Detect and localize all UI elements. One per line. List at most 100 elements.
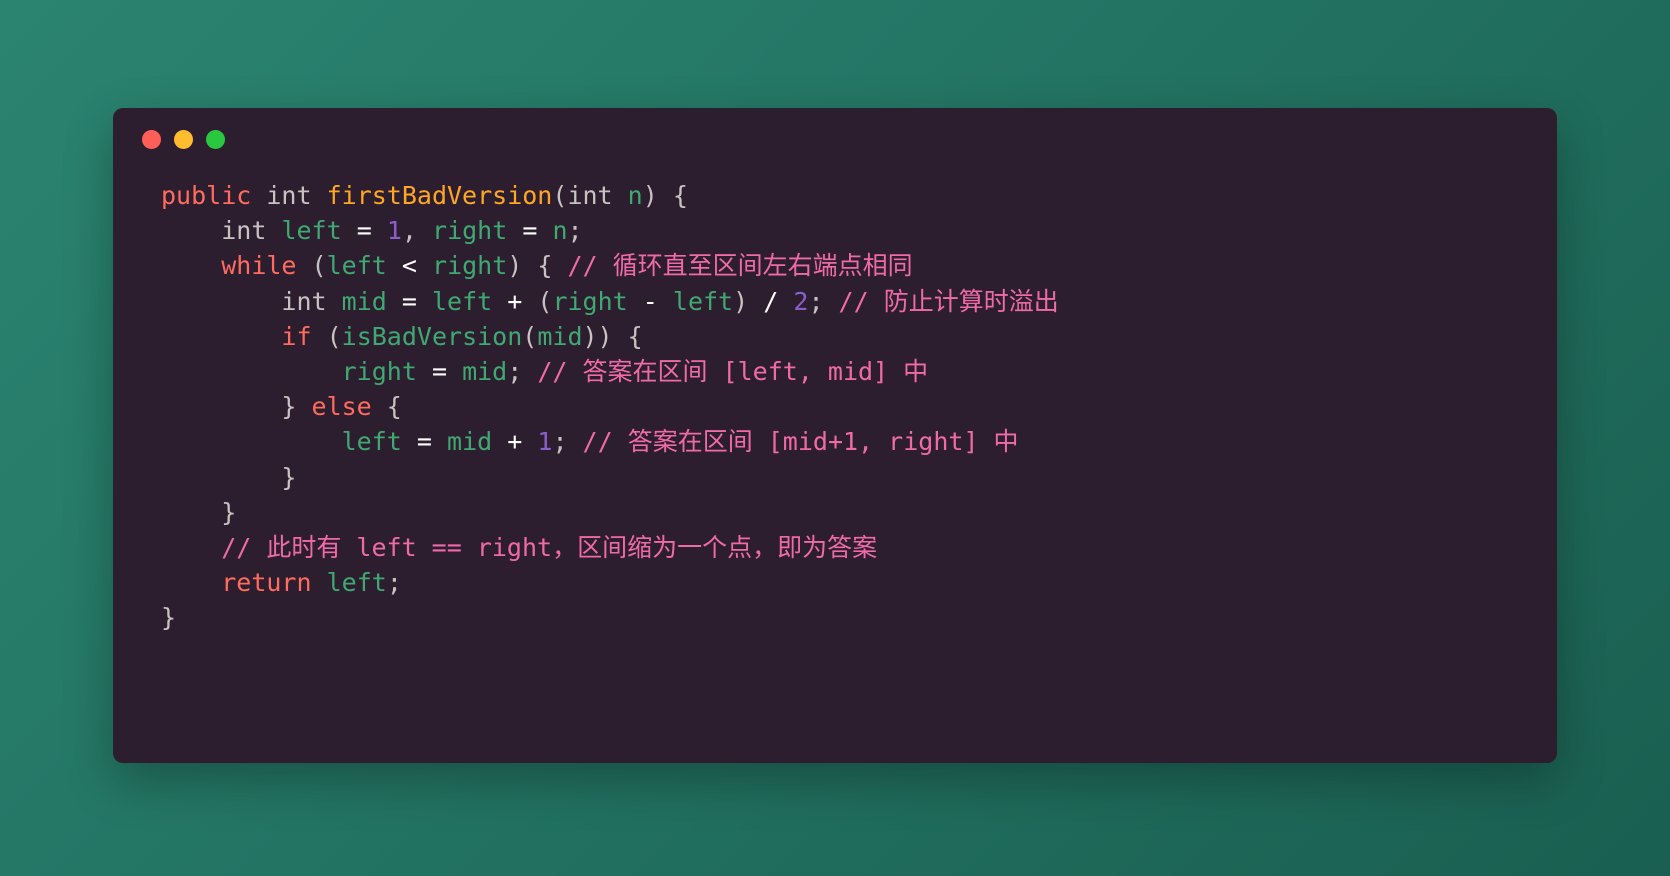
code-token: )) { <box>582 321 643 351</box>
code-token: mid <box>537 321 583 351</box>
code-block[interactable]: public int firstBadVersion(int n) { int … <box>113 140 1557 636</box>
code-token: mid <box>462 357 508 387</box>
code-token: , <box>401 216 433 246</box>
code-token: = <box>356 216 372 246</box>
code-token: n <box>627 181 643 210</box>
code-window: public int firstBadVersion(int n) { int … <box>113 108 1557 763</box>
code-token: ; <box>552 427 583 457</box>
code-line: } <box>161 495 1557 530</box>
code-line: right = mid; // 答案在区间 [left, mid] 中 <box>161 354 1557 389</box>
code-token: left <box>431 286 493 316</box>
code-token: - <box>642 286 658 316</box>
code-token: // 答案在区间 [mid+1, right] 中 <box>582 427 1019 457</box>
code-line: } else { <box>161 389 1557 424</box>
code-line: if (isBadVersion(mid)) { <box>161 319 1557 354</box>
code-line: // 此时有 left == right，区间缩为一个点，即为答案 <box>161 530 1557 565</box>
code-token: left <box>326 251 387 281</box>
code-token: right <box>432 216 508 246</box>
code-line: } <box>161 600 1557 635</box>
code-token: isBadVersion <box>341 321 523 351</box>
code-token: left <box>326 568 387 598</box>
code-token: < <box>401 251 417 281</box>
code-token: + <box>507 286 523 316</box>
code-token: 1 <box>537 427 553 457</box>
code-token: ) <box>733 286 749 316</box>
code-line: } <box>161 460 1557 495</box>
code-line: return left; <box>161 565 1557 600</box>
code-token: } <box>221 497 237 527</box>
window-titlebar <box>113 108 1557 149</box>
code-token: ( <box>522 321 538 351</box>
code-line: while (left < right) { // 循环直至区间左右端点相同 <box>161 248 1557 283</box>
maximize-button[interactable] <box>206 130 225 149</box>
code-token: ; <box>386 568 402 598</box>
code-line: int left = 1, right = n; <box>161 213 1557 248</box>
code-token: // 此时有 left == right，区间缩为一个点，即为答案 <box>221 533 878 563</box>
code-token: while <box>221 251 297 281</box>
code-token: = <box>401 286 417 316</box>
code-token: } <box>281 462 297 492</box>
code-token: ; <box>567 216 583 246</box>
code-token: right <box>341 357 417 387</box>
code-token: ( <box>326 321 342 351</box>
code-token: left <box>281 216 342 246</box>
code-token: int <box>281 286 327 316</box>
code-token: ; <box>507 357 538 387</box>
close-button[interactable] <box>142 130 161 149</box>
code-token: mid <box>447 427 493 457</box>
code-token: left <box>672 286 734 316</box>
code-token: { <box>371 392 402 422</box>
code-token: ) { <box>507 251 568 281</box>
code-line: public int firstBadVersion(int n) { <box>161 178 1557 213</box>
code-token: int <box>266 181 312 210</box>
code-token: ( <box>537 286 553 316</box>
code-token: + <box>507 427 523 457</box>
code-token: right <box>432 251 508 281</box>
code-token: int <box>221 216 267 246</box>
code-token: / <box>763 286 779 316</box>
code-token: mid <box>341 286 387 316</box>
code-token: right <box>552 286 628 316</box>
code-token: left <box>341 427 402 457</box>
code-token: ( <box>311 251 327 281</box>
code-token: 2 <box>793 286 809 316</box>
code-token: ; <box>808 286 839 316</box>
code-token: ( <box>552 181 568 210</box>
code-token: // 防止计算时溢出 <box>838 286 1059 316</box>
code-token: return <box>221 568 312 598</box>
code-token: = <box>416 427 432 457</box>
code-token: n <box>552 216 568 246</box>
code-token: ) { <box>642 181 688 210</box>
code-token: // 循环直至区间左右端点相同 <box>567 251 913 281</box>
minimize-button[interactable] <box>174 130 193 149</box>
code-token: int <box>567 181 613 210</box>
code-token: if <box>281 321 312 351</box>
code-token: 1 <box>386 216 402 246</box>
code-token: } <box>161 603 177 633</box>
code-token: = <box>431 357 448 387</box>
